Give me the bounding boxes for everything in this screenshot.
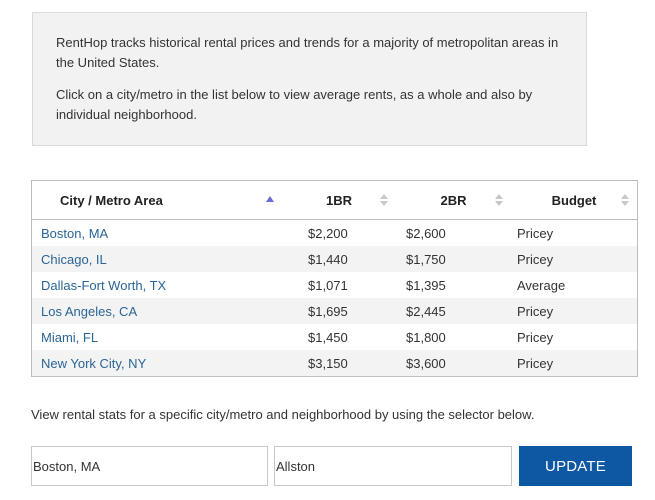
- rent-1br: $1,071: [308, 277, 348, 293]
- rent-1br: $1,450: [308, 329, 348, 345]
- table-row: New York City, NY $3,150 $3,600 Pricey: [32, 350, 637, 376]
- table-row: Dallas-Fort Worth, TX $1,071 $1,395 Aver…: [32, 272, 637, 298]
- selector-note: View rental stats for a specific city/me…: [31, 407, 535, 422]
- rent-1br: $3,150: [282, 350, 396, 376]
- table-row: Los Angeles, CA $1,695 $2,445 Pricey: [32, 298, 637, 324]
- sort-both-icon: [621, 194, 629, 206]
- rent-2br: $2,600: [406, 225, 446, 241]
- budget-rating: Pricey: [511, 298, 637, 324]
- intro-paragraph-1: RentHop tracks historical rental prices …: [56, 35, 559, 70]
- rent-2br: $3,600: [396, 350, 511, 376]
- intro-box: RentHop tracks historical rental prices …: [32, 12, 587, 146]
- budget-rating: Average: [517, 277, 566, 293]
- rent-1br: $2,200: [308, 225, 348, 241]
- page: RentHop tracks historical rental prices …: [0, 0, 655, 500]
- neighborhood-selector-input[interactable]: [274, 446, 512, 486]
- rent-2br: $1,395: [406, 277, 446, 293]
- table-row: Chicago, IL $1,440 $1,750 Pricey: [32, 246, 637, 272]
- city-link[interactable]: Chicago, IL: [32, 246, 282, 272]
- column-header-budget-label: Budget: [551, 192, 597, 208]
- table-row: Boston, MA $2,200 $2,600 Pricey: [32, 220, 637, 246]
- sort-both-icon: [495, 194, 503, 206]
- city-link[interactable]: Los Angeles, CA: [32, 298, 282, 324]
- table-header-row: City / Metro Area 1BR 2BR Budget: [32, 181, 637, 220]
- table-row: Miami, FL $1,450 $1,800 Pricey: [32, 324, 637, 350]
- update-button[interactable]: UPDATE: [519, 446, 632, 486]
- rent-2br: $2,445: [396, 298, 511, 324]
- column-header-2br[interactable]: 2BR: [396, 181, 511, 220]
- city-link[interactable]: Miami, FL: [32, 324, 282, 350]
- budget-rating: Pricey: [517, 329, 554, 345]
- column-header-budget[interactable]: Budget: [511, 181, 637, 220]
- sort-ascending-icon: [266, 196, 274, 202]
- intro-paragraph-2: Click on a city/metro in the list below …: [56, 87, 533, 122]
- rent-2br: $1,800: [406, 329, 446, 345]
- column-header-city-label: City / Metro Area: [60, 192, 163, 208]
- budget-rating: Pricey: [511, 350, 637, 376]
- rent-2br: $1,750: [396, 246, 511, 272]
- rent-1br: $1,695: [282, 298, 396, 324]
- column-header-2br-label: 2BR: [440, 192, 467, 208]
- column-header-1br-label: 1BR: [325, 192, 352, 208]
- rent-table: City / Metro Area 1BR 2BR Budget Boston,…: [31, 180, 638, 377]
- city-link[interactable]: Boston, MA: [32, 220, 282, 246]
- rent-1br: $1,440: [282, 246, 396, 272]
- budget-rating: Pricey: [517, 225, 554, 241]
- sort-both-icon: [380, 194, 388, 206]
- column-header-city[interactable]: City / Metro Area: [32, 181, 282, 220]
- city-link[interactable]: New York City, NY: [32, 350, 282, 376]
- city-link[interactable]: Dallas-Fort Worth, TX: [32, 272, 282, 298]
- budget-rating: Pricey: [511, 246, 637, 272]
- column-header-1br[interactable]: 1BR: [282, 181, 396, 220]
- city-selector-input[interactable]: [31, 446, 268, 486]
